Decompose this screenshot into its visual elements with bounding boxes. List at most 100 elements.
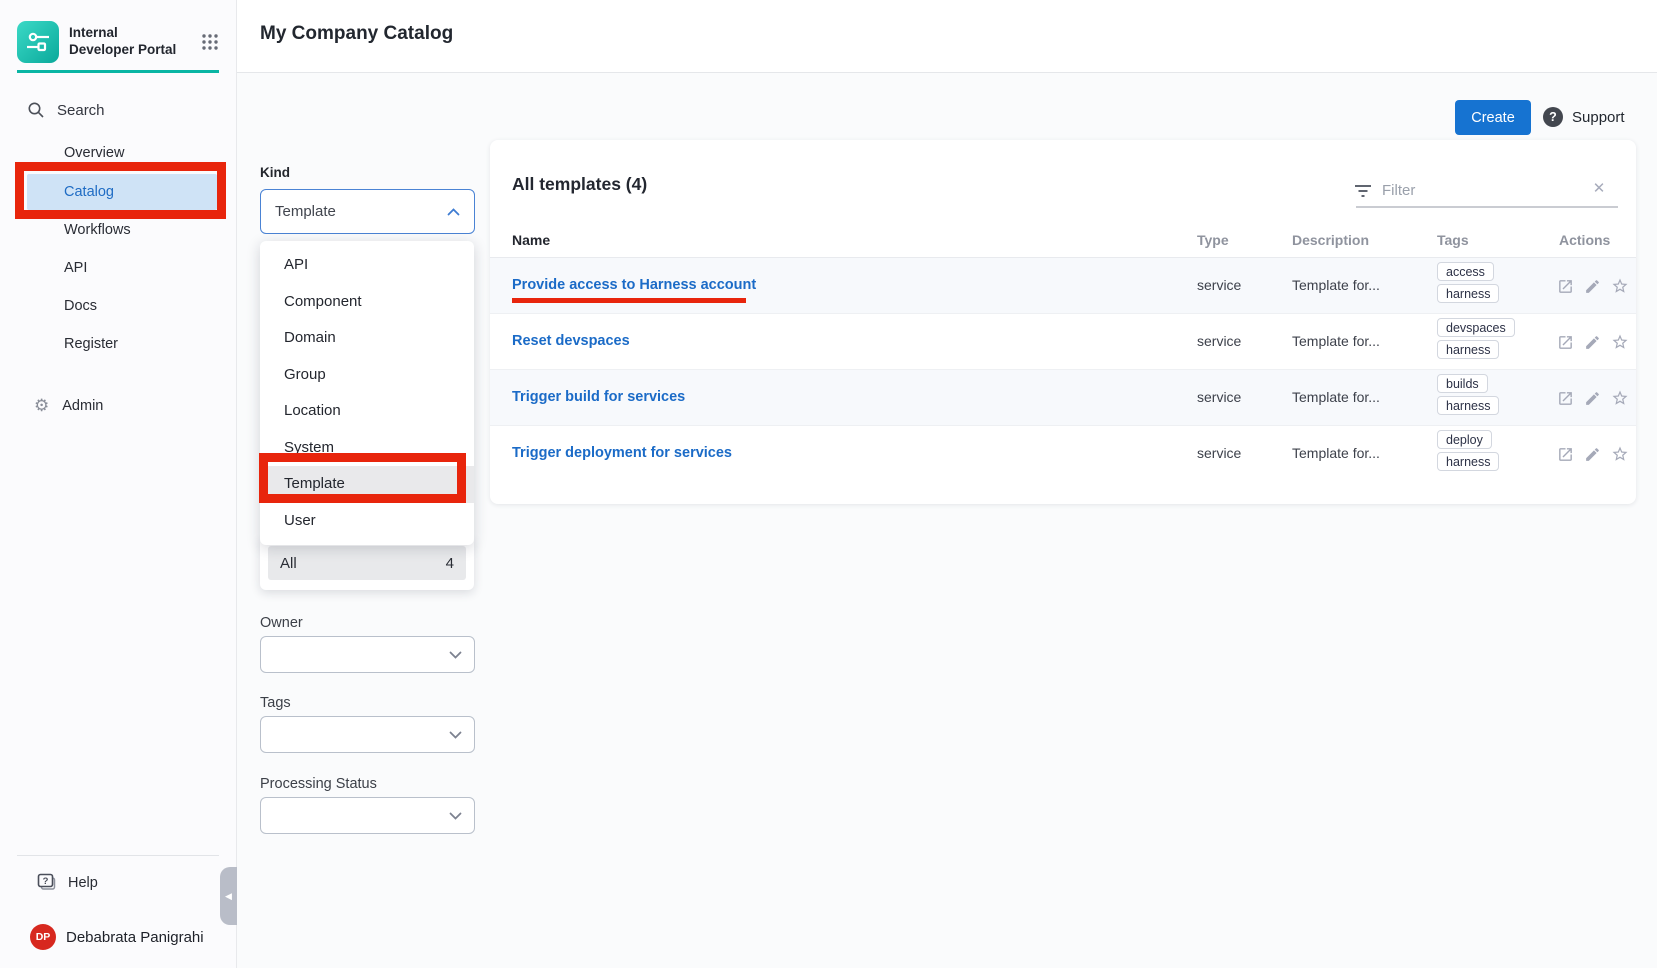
cell-actions	[1557, 258, 1629, 314]
tag-chip: harness	[1437, 340, 1499, 359]
brand-divider	[17, 70, 219, 73]
sidebar: Internal Developer Portal Search Overvie…	[0, 0, 237, 968]
app-root: Internal Developer Portal Search Overvie…	[0, 0, 1657, 968]
admin-label: Admin	[62, 398, 103, 414]
sidebar-item-docs[interactable]: Docs	[27, 288, 217, 324]
column-header-name: Name	[512, 232, 550, 248]
help-chat-icon: ?	[36, 873, 58, 893]
cell-type: service	[1197, 445, 1241, 461]
template-link[interactable]: Trigger deployment for services	[512, 445, 732, 461]
clear-filter-icon[interactable]: ✕	[1588, 177, 1610, 199]
kind-select-value: Template	[275, 203, 336, 220]
sidebar-item-admin[interactable]: ⚙ Admin	[27, 388, 217, 424]
search-icon	[27, 101, 45, 119]
cell-tags: deploy harness	[1437, 430, 1499, 471]
tags-select[interactable]	[260, 716, 475, 753]
template-link[interactable]: Reset devspaces	[512, 333, 630, 349]
cell-tags: access harness	[1437, 262, 1499, 303]
chevron-up-icon	[447, 208, 460, 216]
sidebar-item-help[interactable]: ? Help	[36, 868, 216, 898]
table-body: Provide access to Harness account servic…	[490, 258, 1636, 482]
cell-actions	[1557, 426, 1629, 482]
table-row: Provide access to Harness account servic…	[490, 258, 1636, 314]
avatar: DP	[30, 924, 56, 950]
tag-chip: deploy	[1437, 430, 1492, 449]
processing-status-label: Processing Status	[260, 776, 377, 792]
chevron-down-icon	[449, 812, 462, 820]
tag-chip: access	[1437, 262, 1494, 281]
star-icon[interactable]	[1611, 333, 1629, 351]
user-menu[interactable]: DP Debabrata Panigrahi	[30, 922, 230, 952]
column-header-type: Type	[1197, 232, 1229, 248]
template-link[interactable]: Provide access to Harness account	[512, 277, 756, 293]
kind-option-location[interactable]: Location	[260, 393, 474, 430]
gear-icon: ⚙	[34, 396, 49, 416]
table-row: Trigger build for services service Templ…	[490, 370, 1636, 426]
help-label: Help	[68, 875, 98, 891]
open-in-new-icon[interactable]	[1557, 278, 1574, 295]
star-icon[interactable]	[1611, 277, 1629, 295]
sidebar-collapse-handle[interactable]: ◀	[220, 867, 237, 925]
templates-card: All templates (4) ✕ Name Type Descriptio…	[490, 140, 1636, 504]
kind-option-component[interactable]: Component	[260, 284, 474, 321]
table-row: Trigger deployment for services service …	[490, 426, 1636, 482]
template-link[interactable]: Trigger build for services	[512, 389, 685, 405]
table-header-row: Name Type Description Tags Actions	[490, 232, 1636, 258]
create-button[interactable]: Create	[1455, 100, 1531, 135]
cell-description: Template for...	[1292, 445, 1380, 461]
open-in-new-icon[interactable]	[1557, 334, 1574, 351]
cell-tags: devspaces harness	[1437, 318, 1515, 359]
owner-label: Owner	[260, 615, 303, 631]
kind-counts-panel: All 4	[260, 538, 474, 590]
table-filter-input[interactable]	[1382, 176, 1577, 204]
sidebar-item-register[interactable]: Register	[27, 326, 217, 362]
support-label: Support	[1572, 109, 1625, 126]
page-header: My Company Catalog	[237, 0, 1657, 73]
chevron-down-icon	[449, 651, 462, 659]
kind-count-all[interactable]: All 4	[268, 546, 466, 580]
table-row: Reset devspaces service Template for... …	[490, 314, 1636, 370]
tag-chip: harness	[1437, 284, 1499, 303]
kind-option-group[interactable]: Group	[260, 357, 474, 394]
kind-select[interactable]: Template	[260, 189, 475, 234]
edit-pencil-icon[interactable]	[1584, 278, 1601, 295]
sidebar-item-workflows[interactable]: Workflows	[27, 212, 217, 248]
cell-tags: builds harness	[1437, 374, 1499, 415]
kind-option-system[interactable]: System	[260, 430, 474, 467]
cell-description: Template for...	[1292, 389, 1380, 405]
user-name: Debabrata Panigrahi	[66, 929, 204, 946]
sidebar-item-overview[interactable]: Overview	[27, 135, 217, 171]
tag-chip: harness	[1437, 452, 1499, 471]
kind-option-user[interactable]: User	[260, 503, 474, 540]
tag-chip: harness	[1437, 396, 1499, 415]
app-title: Internal Developer Portal	[69, 25, 179, 59]
apps-grid-icon[interactable]	[201, 33, 219, 51]
edit-pencil-icon[interactable]	[1584, 446, 1601, 463]
kind-label: Kind	[260, 165, 290, 180]
column-header-actions: Actions	[1559, 232, 1610, 248]
star-icon[interactable]	[1611, 445, 1629, 463]
templates-card-title: All templates (4)	[512, 174, 647, 195]
annotation-underline-template-name	[512, 298, 746, 303]
edit-pencil-icon[interactable]	[1584, 334, 1601, 351]
cell-type: service	[1197, 333, 1241, 349]
portal-logo-icon	[17, 21, 59, 63]
open-in-new-icon[interactable]	[1557, 390, 1574, 407]
owner-select[interactable]	[260, 636, 475, 673]
cell-actions	[1557, 370, 1629, 426]
tag-chip: devspaces	[1437, 318, 1515, 337]
kind-option-api[interactable]: API	[260, 247, 474, 284]
kind-option-template[interactable]: Template	[260, 466, 474, 503]
sidebar-item-catalog[interactable]: Catalog	[27, 174, 217, 210]
sidebar-item-api[interactable]: API	[27, 250, 217, 286]
cell-description: Template for...	[1292, 333, 1380, 349]
count-all-label: All	[280, 555, 297, 572]
edit-pencil-icon[interactable]	[1584, 390, 1601, 407]
sidebar-search[interactable]: Search	[27, 94, 217, 126]
kind-option-domain[interactable]: Domain	[260, 320, 474, 357]
star-icon[interactable]	[1611, 389, 1629, 407]
open-in-new-icon[interactable]	[1557, 446, 1574, 463]
processing-status-select[interactable]	[260, 797, 475, 834]
logo-row: Internal Developer Portal	[17, 19, 219, 65]
support-button[interactable]: ? Support	[1543, 107, 1625, 127]
